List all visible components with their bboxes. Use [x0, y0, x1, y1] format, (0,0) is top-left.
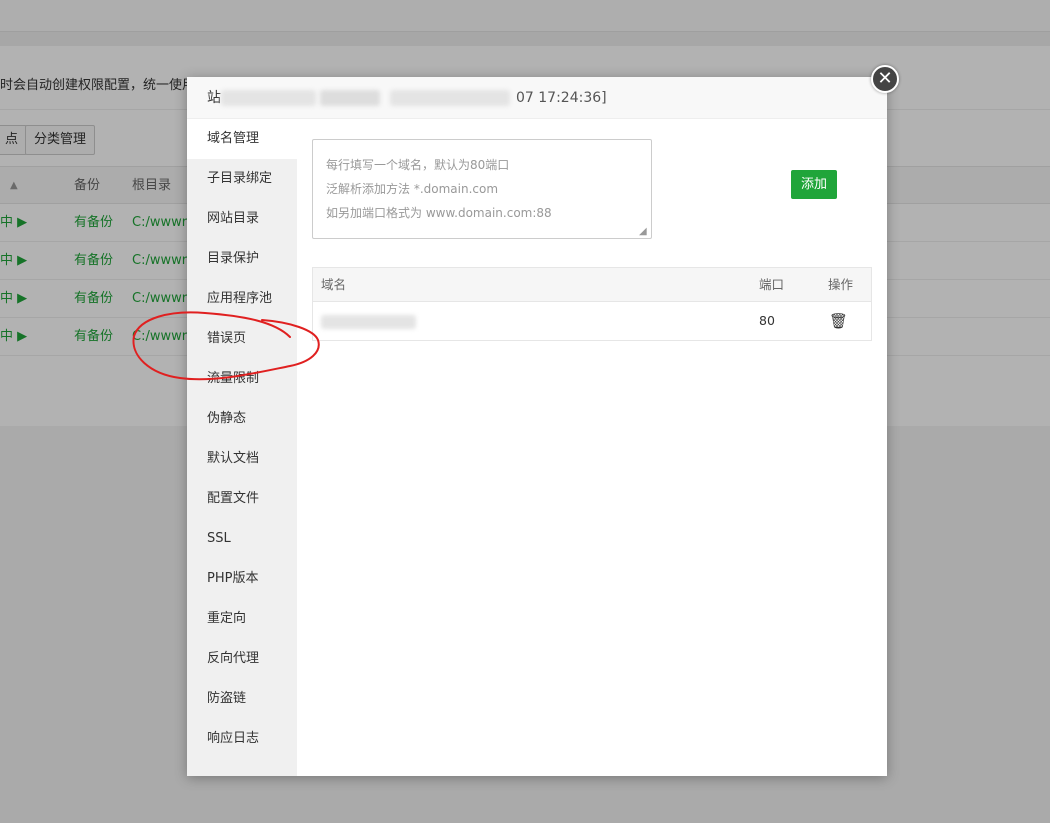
- redacted-text: [320, 90, 380, 106]
- port-value: 80: [759, 313, 775, 328]
- column-action: 操作: [828, 277, 854, 292]
- redacted-text: [390, 90, 510, 106]
- sidebar-item-domain-manage[interactable]: 域名管理: [187, 119, 297, 159]
- settings-sidebar: 域名管理 子目录绑定 网站目录 目录保护 应用程序池 错误页 流量限制 伪静态 …: [187, 119, 297, 776]
- column-domain: 域名: [321, 277, 347, 292]
- domain-table: 域名 端口 操作 80 🗑: [312, 267, 872, 341]
- sidebar-item-site-dir[interactable]: 网站目录: [187, 199, 297, 239]
- domain-manage-content: 每行填写一个域名，默认为80端口 泛解析添加方法 *.domain.com 如另…: [297, 119, 887, 776]
- sidebar-item-traffic-limit[interactable]: 流量限制: [187, 359, 297, 399]
- site-settings-modal: 站 07 17:24:36] 域名管理 子目录绑定 网站目录 目录保护 应用程序池…: [187, 77, 887, 776]
- add-domain-button[interactable]: 添加: [791, 170, 837, 199]
- title-timestamp: 07 17:24:36]: [516, 90, 607, 106]
- sidebar-item-ssl[interactable]: SSL: [187, 519, 297, 559]
- sidebar-item-config-file[interactable]: 配置文件: [187, 479, 297, 519]
- sidebar-item-reverse-proxy[interactable]: 反向代理: [187, 639, 297, 679]
- sidebar-item-app-pool[interactable]: 应用程序池: [187, 279, 297, 319]
- sidebar-item-redirect[interactable]: 重定向: [187, 599, 297, 639]
- sidebar-item-default-doc[interactable]: 默认文档: [187, 439, 297, 479]
- table-row: 80 🗑: [313, 302, 871, 340]
- resize-grip-icon[interactable]: ◢: [639, 227, 649, 237]
- redacted-text: [321, 314, 416, 329]
- title-prefix: 站: [207, 90, 221, 106]
- domain-input[interactable]: [312, 139, 652, 239]
- sidebar-item-rewrite[interactable]: 伪静态: [187, 399, 297, 439]
- trash-icon[interactable]: 🗑: [829, 302, 848, 340]
- sidebar-item-response-log[interactable]: 响应日志: [187, 719, 297, 759]
- redacted-text: [221, 90, 316, 106]
- domain-value: [321, 302, 416, 340]
- modal-title: 站 07 17:24:36]: [187, 77, 887, 119]
- sidebar-item-subdir-bind[interactable]: 子目录绑定: [187, 159, 297, 199]
- sidebar-item-php-version[interactable]: PHP版本: [187, 559, 297, 599]
- sidebar-item-dir-protect[interactable]: 目录保护: [187, 239, 297, 279]
- sidebar-item-hotlink-protect[interactable]: 防盗链: [187, 679, 297, 719]
- column-port: 端口: [759, 277, 785, 292]
- close-icon[interactable]: ✕: [871, 65, 899, 93]
- domain-table-header: 域名 端口 操作: [313, 268, 871, 302]
- sidebar-item-error-page[interactable]: 错误页: [187, 319, 297, 359]
